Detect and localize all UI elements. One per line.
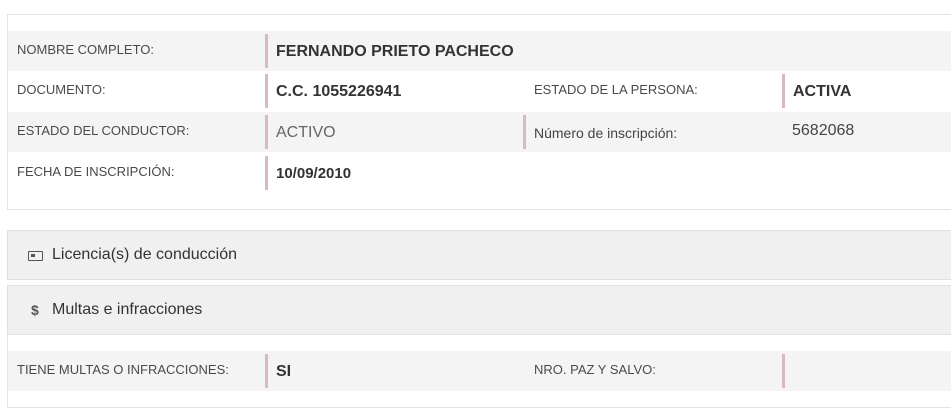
documento-value: C.C. 1055226941 <box>265 74 401 108</box>
row-fecha: FECHA DE INSCRIPCIÓN: 10/09/2010 <box>8 153 951 193</box>
tiene-multas-label: TIENE MULTAS O INFRACCIONES: <box>17 362 229 377</box>
estado-conductor-value: ACTIVO <box>265 115 336 149</box>
dollar-icon: $ <box>31 302 39 318</box>
paz-salvo-value <box>782 354 793 388</box>
documento-label: DOCUMENTO: <box>17 82 106 97</box>
numero-inscripcion-value: 5682068 <box>792 122 855 139</box>
estado-conductor-label: ESTADO DEL CONDUCTOR: <box>17 123 190 138</box>
row-multas: TIENE MULTAS O INFRACCIONES: SI NRO. PAZ… <box>8 351 951 391</box>
fines-card: TIENE MULTAS O INFRACCIONES: SI NRO. PAZ… <box>7 334 951 408</box>
nombre-label: NOMBRE COMPLETO: <box>17 42 155 57</box>
row-estado-conductor: ESTADO DEL CONDUCTOR: ACTIVO Número de i… <box>8 112 951 152</box>
licencias-title: Licencia(s) de conducción <box>52 246 237 263</box>
nombre-value: FERNANDO PRIETO PACHECO <box>265 34 514 68</box>
person-info-card: NOMBRE COMPLETO: FERNANDO PRIETO PACHECO… <box>7 14 951 210</box>
fecha-value: 10/09/2010 <box>265 156 351 190</box>
row-nombre: NOMBRE COMPLETO: FERNANDO PRIETO PACHECO <box>8 31 951 71</box>
licencias-panel-header[interactable]: Licencia(s) de conducción <box>7 230 951 280</box>
fecha-label: FECHA DE INSCRIPCIÓN: <box>17 164 175 179</box>
row-documento: DOCUMENTO: C.C. 1055226941 ESTADO DE LA … <box>8 71 951 111</box>
multas-title: Multas e infracciones <box>52 301 203 318</box>
numero-inscripcion-label: Número de inscripción: <box>523 115 677 149</box>
multas-panel-header[interactable]: $ Multas e infracciones <box>7 285 951 335</box>
paz-salvo-label: NRO. PAZ Y SALVO: <box>534 362 656 377</box>
id-card-icon <box>28 231 43 279</box>
estado-persona-label: ESTADO DE LA PERSONA: <box>534 82 698 97</box>
estado-persona-value: ACTIVA <box>782 74 851 108</box>
tiene-multas-value: SI <box>265 354 291 388</box>
